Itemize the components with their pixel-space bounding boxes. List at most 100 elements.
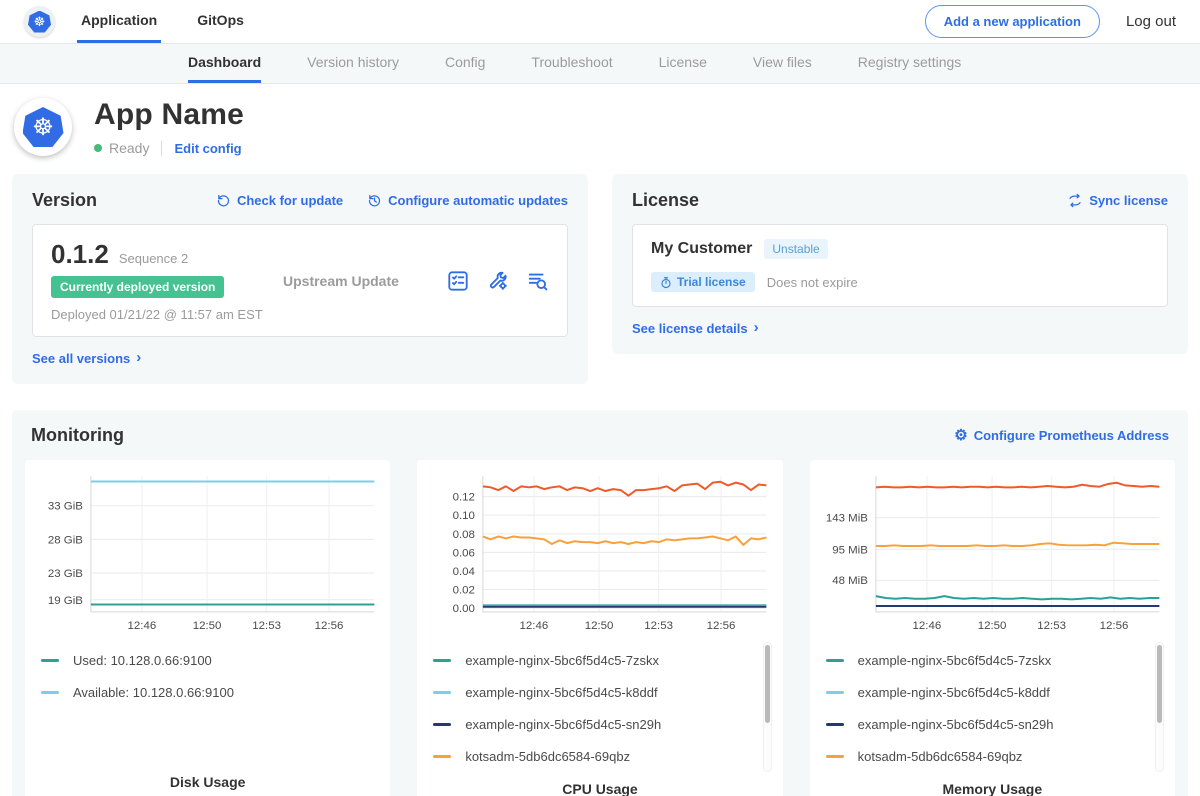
divider — [161, 141, 162, 156]
legend-color-dash — [826, 723, 844, 726]
disk-usage-plot: 33 GiB28 GiB23 GiB19 GiB12:4612:5012:531… — [25, 466, 390, 643]
legend-scrollbar[interactable] — [1155, 642, 1164, 772]
app-header: ☸ App Name Ready Edit config — [0, 84, 1200, 170]
svg-text:0.06: 0.06 — [453, 547, 475, 559]
chevron-right-icon: › — [136, 349, 141, 366]
svg-text:0.08: 0.08 — [453, 529, 475, 541]
svg-text:28 GiB: 28 GiB — [48, 534, 83, 546]
svg-text:48 MiB: 48 MiB — [832, 575, 868, 587]
disk-usage-legend: Used: 10.128.0.66:9100 Available: 10.128.… — [25, 653, 390, 717]
svg-text:143 MiB: 143 MiB — [825, 513, 867, 525]
legend-label: example-nginx-5bc6f5d4c5-7zskx — [465, 653, 659, 668]
tab-application[interactable]: Application — [77, 0, 161, 43]
status-text: Ready — [109, 140, 149, 156]
channel-badge: Unstable — [764, 239, 827, 259]
tab-version-history[interactable]: Version history — [307, 44, 399, 83]
kubernetes-icon: ☸ — [23, 107, 64, 147]
kubernetes-icon: ☸ — [28, 11, 51, 33]
version-card: Version Check for update Configure autom… — [12, 174, 588, 384]
legend-scrollbar-thumb[interactable] — [1157, 645, 1162, 723]
configure-automatic-updates-link[interactable]: Configure automatic updates — [367, 193, 568, 208]
legend-label: example-nginx-5bc6f5d4c5-7zskx — [858, 653, 1052, 668]
preflight-checks-icon[interactable] — [447, 270, 469, 292]
current-version-row: 0.1.2 Sequence 2 Currently deployed vers… — [32, 224, 568, 337]
topnav-spacer — [280, 0, 925, 43]
legend-item: Used: 10.128.0.66:9100 — [41, 653, 390, 668]
brand-logo[interactable]: ☸ — [24, 0, 55, 43]
chart-title: Memory Usage — [810, 781, 1175, 796]
configure-prometheus-link[interactable]: ⚙ Configure Prometheus Address — [954, 428, 1169, 443]
chevron-right-icon: › — [754, 319, 759, 336]
legend-color-dash — [433, 723, 451, 726]
top-nav-bar: ☸ Application GitOps Add a new applicati… — [0, 0, 1200, 44]
legend-scrollbar[interactable] — [763, 642, 772, 772]
legend-label: Used: 10.128.0.66:9100 — [73, 653, 212, 668]
tab-license[interactable]: License — [659, 44, 707, 83]
config-wrench-icon[interactable] — [487, 270, 509, 292]
deploy-logs-icon[interactable] — [527, 270, 549, 292]
edit-config-link[interactable]: Edit config — [174, 141, 241, 156]
legend-label: kotsadm-5db6dc6584-69qbz — [858, 749, 1023, 764]
legend-color-dash — [433, 691, 451, 694]
legend-item: example-nginx-5bc6f5d4c5-7zskx — [433, 653, 782, 668]
check-for-update-link[interactable]: Check for update — [216, 193, 343, 208]
legend-item: example-nginx-5bc6f5d4c5-sn29h — [826, 717, 1175, 732]
clock-refresh-icon — [367, 193, 382, 208]
cpu-usage-plot: 0.120.100.080.060.040.020.0012:4612:5012… — [417, 466, 782, 643]
license-expiry-text: Does not expire — [767, 275, 858, 290]
version-source-label: Upstream Update — [283, 273, 399, 289]
version-card-title: Version — [32, 190, 97, 211]
page-title: App Name — [94, 98, 244, 132]
tab-troubleshoot[interactable]: Troubleshoot — [531, 44, 612, 83]
legend-color-dash — [826, 691, 844, 694]
monitoring-section: Monitoring ⚙ Configure Prometheus Addres… — [12, 410, 1188, 796]
tab-view-files[interactable]: View files — [753, 44, 812, 83]
refresh-icon — [216, 193, 231, 208]
version-sequence: Sequence 2 — [119, 251, 188, 266]
chart-plot-svg: 33 GiB28 GiB23 GiB19 GiB12:4612:5012:531… — [29, 466, 386, 638]
svg-text:12:56: 12:56 — [1099, 620, 1128, 632]
legend-color-dash — [41, 659, 59, 662]
chart-title: Disk Usage — [25, 774, 390, 796]
memory-usage-chart-card: 143 MiB95 MiB48 MiB12:4612:5012:5312:56 … — [810, 460, 1175, 796]
add-application-button[interactable]: Add a new application — [925, 5, 1100, 38]
svg-text:12:53: 12:53 — [645, 620, 674, 632]
legend-scrollbar-thumb[interactable] — [765, 645, 770, 723]
legend-color-dash — [826, 755, 844, 758]
legend-color-dash — [826, 659, 844, 662]
svg-text:12:46: 12:46 — [128, 620, 157, 632]
legend-label: kotsadm-5db6dc6584-69qbz — [465, 749, 630, 764]
svg-text:0.04: 0.04 — [453, 566, 476, 578]
svg-text:12:46: 12:46 — [520, 620, 549, 632]
legend-item: example-nginx-5bc6f5d4c5-sn29h — [433, 717, 782, 732]
sync-license-link[interactable]: Sync license — [1067, 193, 1168, 208]
cpu-usage-chart-card: 0.120.100.080.060.040.020.0012:4612:5012… — [417, 460, 782, 796]
svg-text:12:50: 12:50 — [193, 620, 222, 632]
chart-title: CPU Usage — [417, 781, 782, 796]
legend-item: Available: 10.128.0.66:9100 — [41, 685, 390, 700]
see-license-details-link[interactable]: See license details› — [632, 320, 759, 337]
sync-arrows-icon — [1067, 193, 1083, 208]
legend-item: example-nginx-5bc6f5d4c5-7zskx — [826, 653, 1175, 668]
svg-text:12:56: 12:56 — [707, 620, 736, 632]
tab-config[interactable]: Config — [445, 44, 485, 83]
logout-link[interactable]: Log out — [1126, 0, 1176, 43]
svg-text:0.10: 0.10 — [453, 510, 475, 522]
legend-item: kotsadm-5db6dc6584-69qbz — [433, 749, 782, 764]
svg-text:95 MiB: 95 MiB — [832, 544, 868, 556]
legend-color-dash — [433, 659, 451, 662]
legend-color-dash — [433, 755, 451, 758]
svg-text:12:56: 12:56 — [315, 620, 344, 632]
monitoring-title: Monitoring — [31, 425, 124, 446]
app-sub-nav: Dashboard Version history Config Trouble… — [0, 44, 1200, 84]
tab-dashboard[interactable]: Dashboard — [188, 44, 261, 83]
tab-gitops[interactable]: GitOps — [193, 0, 248, 43]
legend-label: example-nginx-5bc6f5d4c5-sn29h — [465, 717, 661, 732]
svg-text:12:50: 12:50 — [585, 620, 614, 632]
see-all-versions-link[interactable]: See all versions› — [32, 350, 141, 367]
customer-name: My Customer — [651, 240, 752, 258]
svg-text:33 GiB: 33 GiB — [48, 501, 83, 513]
svg-text:0.00: 0.00 — [453, 603, 475, 615]
svg-text:12:50: 12:50 — [977, 620, 1006, 632]
tab-registry-settings[interactable]: Registry settings — [858, 44, 961, 83]
